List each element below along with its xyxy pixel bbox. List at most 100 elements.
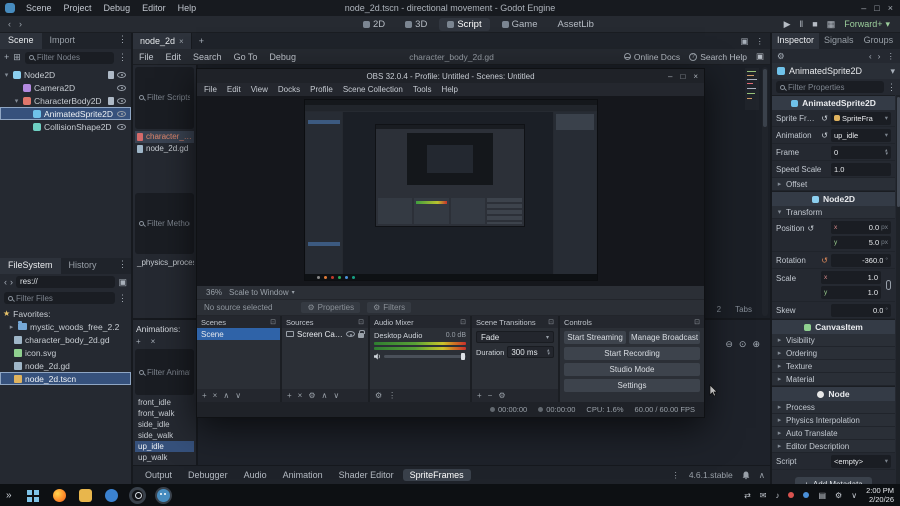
add-animation-icon[interactable]: + bbox=[136, 337, 141, 346]
workspace-tab-script[interactable]: Script bbox=[439, 17, 490, 31]
scale-y-value[interactable]: y 1.0 bbox=[821, 286, 881, 299]
maximize-icon[interactable]: □ bbox=[874, 3, 879, 13]
speaker-icon[interactable] bbox=[374, 353, 381, 360]
frame-value[interactable]: 0 ▾ ▾ bbox=[831, 145, 891, 159]
revert-icon[interactable]: ↺ bbox=[807, 224, 814, 233]
filter-animations-box[interactable] bbox=[135, 349, 194, 395]
property-sprite-frames[interactable]: Sprite Frames ↺ SpriteFra ▾ bbox=[772, 110, 895, 127]
history-forward-icon[interactable]: › bbox=[19, 19, 22, 29]
mixer-config-icon[interactable]: ⚙ bbox=[375, 391, 382, 400]
inspector-history-icon[interactable]: ⋮ bbox=[887, 51, 896, 62]
animation-item[interactable]: up_walk bbox=[135, 452, 194, 463]
file-row-folder[interactable]: ▸ mystic_woods_free_2.2 bbox=[0, 320, 131, 333]
current-path[interactable]: res:// bbox=[16, 276, 116, 288]
visibility-icon[interactable] bbox=[117, 123, 126, 130]
search-help-button[interactable]: ? Search Help bbox=[689, 52, 747, 62]
zoom-out-icon[interactable]: ⊖ bbox=[725, 339, 733, 350]
panel-debugger[interactable]: Debugger bbox=[181, 469, 235, 481]
link-scale-icon[interactable] bbox=[886, 280, 891, 290]
move-scene-down-icon[interactable]: ∨ bbox=[235, 391, 241, 400]
tab-groups[interactable]: Groups bbox=[859, 33, 899, 49]
panel-output[interactable]: Output bbox=[138, 469, 179, 481]
animation-item[interactable]: side_idle bbox=[135, 419, 194, 430]
obs-menu-tools[interactable]: Tools bbox=[408, 85, 437, 94]
script-badge-icon[interactable] bbox=[108, 70, 114, 79]
group-editor-description[interactable]: ▸ Editor Description bbox=[772, 440, 895, 453]
file-row-gd1[interactable]: character_body_2d.gd bbox=[0, 333, 131, 346]
obs-preview[interactable] bbox=[197, 96, 704, 286]
float-dock-icon[interactable]: ⊡ bbox=[270, 318, 276, 326]
distraction-free-icon[interactable]: ▣ bbox=[756, 51, 764, 62]
visibility-icon[interactable] bbox=[117, 84, 126, 91]
animation-item[interactable]: front_idle bbox=[135, 397, 194, 408]
attach-script-icon[interactable]: ⋮ bbox=[118, 53, 127, 62]
animation-value[interactable]: up_idle ▾ bbox=[831, 128, 891, 142]
tree-row-camera2d[interactable]: Camera2D bbox=[0, 81, 131, 94]
code-scrollbar[interactable] bbox=[762, 67, 768, 316]
menu-project[interactable]: Project bbox=[58, 3, 98, 13]
obs-close-icon[interactable]: × bbox=[693, 72, 698, 81]
script-item-characterbody[interactable]: character_bo bbox=[135, 130, 194, 143]
group-texture[interactable]: ▸ Texture bbox=[772, 360, 895, 373]
delete-animation-icon[interactable]: × bbox=[151, 337, 156, 346]
transition-properties-icon[interactable]: ⚙ bbox=[498, 391, 505, 400]
position-x-value[interactable]: x 0.0 px bbox=[831, 221, 891, 234]
tray-recording-icon[interactable] bbox=[788, 492, 795, 498]
taskbar-app-godot[interactable] bbox=[156, 488, 170, 502]
float-dock-icon[interactable]: ⊡ bbox=[694, 318, 700, 326]
revert-icon[interactable]: ↺ bbox=[821, 114, 828, 123]
inspector-forward-icon[interactable]: › bbox=[878, 51, 881, 61]
script-menu-file[interactable]: File bbox=[133, 52, 160, 62]
group-physics-interpolation[interactable]: ▸ Physics Interpolation bbox=[772, 414, 895, 427]
menu-editor[interactable]: Editor bbox=[136, 3, 172, 13]
sprite-frames-value[interactable]: SpriteFra ▾ bbox=[831, 111, 891, 125]
notification-bell-icon[interactable] bbox=[742, 471, 750, 480]
move-source-down-icon[interactable]: ∨ bbox=[333, 391, 339, 400]
start-streaming-button[interactable]: Start Streaming bbox=[564, 331, 627, 344]
float-dock-icon[interactable]: ⊡ bbox=[358, 318, 364, 326]
script-value[interactable]: <empty> ▾ bbox=[831, 454, 891, 468]
workspace-tab-2d[interactable]: 2D bbox=[355, 18, 393, 31]
source-lock-icon[interactable] bbox=[358, 329, 365, 338]
obs-titlebar[interactable]: OBS 32.0.4 - Profile: Untitled - Scenes:… bbox=[197, 69, 704, 83]
property-skew[interactable]: Skew 0.0 ° bbox=[772, 302, 895, 319]
dock-options-icon[interactable]: ⋮ bbox=[114, 258, 131, 274]
source-properties-button[interactable]: ⚙ Properties bbox=[301, 302, 361, 313]
online-docs-button[interactable]: Online Docs bbox=[623, 52, 680, 62]
property-position[interactable]: Position ↺ x 0.0 px y 5.0 px bbox=[772, 219, 895, 252]
taskbar-app-obs[interactable] bbox=[130, 488, 144, 502]
speed-scale-value[interactable]: 1.0 bbox=[831, 162, 891, 176]
close-tab-icon[interactable]: × bbox=[179, 37, 184, 46]
move-source-up-icon[interactable]: ∧ bbox=[322, 391, 328, 400]
movie-maker-button[interactable]: ▦ bbox=[827, 19, 836, 30]
source-list-item[interactable]: Screen Capture bbox=[282, 328, 368, 340]
instance-scene-button[interactable]: ⊞ bbox=[13, 53, 21, 62]
remove-source-icon[interactable]: × bbox=[298, 391, 303, 400]
nav-back-icon[interactable]: ‹ bbox=[4, 277, 7, 287]
script-item-node2d[interactable]: node_2d.gd bbox=[135, 143, 194, 155]
file-row-svg[interactable]: icon.svg bbox=[0, 346, 131, 359]
obs-menu-view[interactable]: View bbox=[246, 85, 273, 94]
menu-debug[interactable]: Debug bbox=[98, 3, 137, 13]
remove-transition-icon[interactable]: − bbox=[488, 391, 493, 400]
edited-object-selector[interactable]: AnimatedSprite2D ▾ bbox=[772, 63, 900, 79]
rotation-value[interactable]: -360.0 ° bbox=[831, 253, 891, 267]
collapse-icon[interactable]: ▾ bbox=[3, 71, 10, 79]
remove-scene-icon[interactable]: × bbox=[213, 391, 218, 400]
add-scene-icon[interactable]: + bbox=[202, 391, 207, 400]
app-launcher-icon[interactable] bbox=[26, 489, 32, 495]
filter-files-box[interactable] bbox=[4, 292, 115, 304]
zoom-reset-icon[interactable]: ⊙ bbox=[739, 339, 747, 350]
filter-methods-box[interactable] bbox=[135, 192, 194, 255]
position-y-value[interactable]: y 5.0 px bbox=[831, 236, 891, 249]
settings-button[interactable]: Settings bbox=[564, 379, 700, 392]
group-material[interactable]: ▸ Material bbox=[772, 373, 895, 386]
obs-menu-profile[interactable]: Profile bbox=[305, 85, 338, 94]
tab-scene[interactable]: Scene bbox=[0, 33, 42, 49]
pause-button[interactable]: ‖ bbox=[800, 19, 804, 29]
file-sort-icon[interactable]: ⋮ bbox=[118, 293, 127, 303]
panel-animation[interactable]: Animation bbox=[276, 469, 330, 481]
tray-bluetooth-icon[interactable] bbox=[803, 492, 810, 498]
start-recording-button[interactable]: Start Recording bbox=[564, 347, 700, 360]
collapse-icon[interactable]: ▾ bbox=[13, 97, 20, 105]
